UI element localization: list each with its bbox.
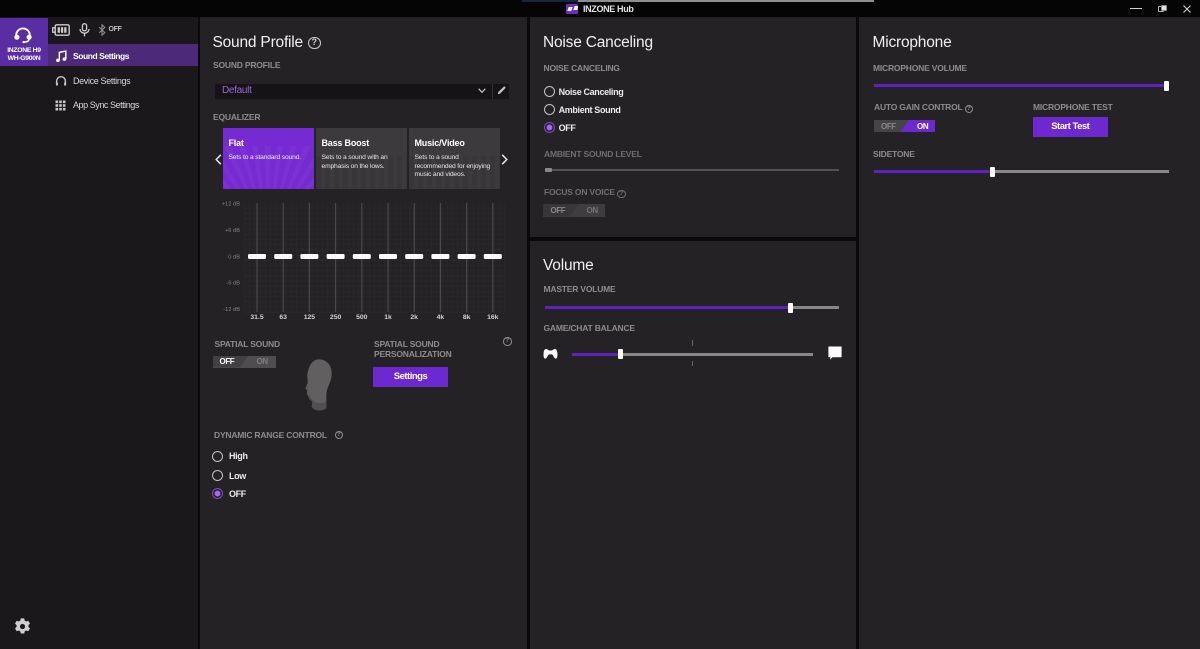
svg-text:2k: 2k bbox=[410, 314, 418, 321]
svg-text:-6 dB: -6 dB bbox=[226, 280, 240, 286]
svg-text:125: 125 bbox=[304, 314, 316, 321]
svg-text:+12 dB: +12 dB bbox=[222, 202, 240, 208]
svg-text:4k: 4k bbox=[437, 314, 445, 321]
svg-text:250: 250 bbox=[330, 314, 342, 321]
svg-text:500: 500 bbox=[356, 314, 368, 321]
svg-text:-12 dB: -12 dB bbox=[223, 307, 240, 313]
svg-text:0 dB: 0 dB bbox=[228, 255, 240, 261]
svg-text:1k: 1k bbox=[384, 314, 392, 321]
svg-text:+6 dB: +6 dB bbox=[225, 228, 240, 234]
svg-text:63: 63 bbox=[279, 314, 287, 321]
svg-text:8k: 8k bbox=[463, 314, 471, 321]
svg-text:16k: 16k bbox=[487, 314, 499, 321]
svg-text:31.5: 31.5 bbox=[250, 314, 263, 321]
